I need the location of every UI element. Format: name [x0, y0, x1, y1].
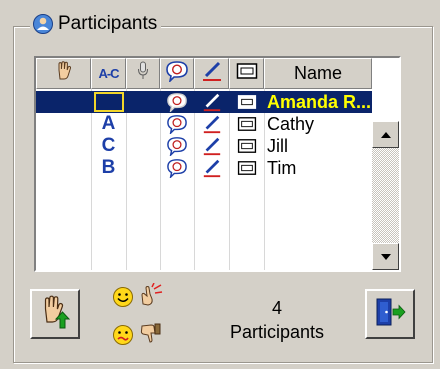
thumbs-down-icon[interactable]: [138, 320, 164, 346]
pen-icon[interactable]: [194, 157, 229, 179]
col-header-raise-hand[interactable]: [36, 58, 91, 89]
smiley-confused-icon[interactable]: [110, 322, 136, 348]
chat-bubble-icon[interactable]: [160, 135, 194, 157]
smiley-happy-icon[interactable]: [110, 284, 136, 310]
video-screen-icon[interactable]: [229, 157, 264, 179]
az-mark-box: [93, 92, 124, 112]
video-screen-icon[interactable]: [229, 135, 264, 157]
participant-row[interactable]: C Jill: [36, 135, 372, 157]
col-header-name-label: Name: [293, 63, 342, 83]
vertical-scrollbar[interactable]: [372, 89, 399, 270]
participant-count-value: 4: [271, 298, 282, 318]
az-mark-cell: A: [91, 113, 126, 135]
az-mark-letter: A: [101, 113, 116, 134]
raise-hand-button[interactable]: [30, 289, 80, 339]
video-screen-icon: [236, 62, 258, 85]
video-screen-icon[interactable]: [229, 113, 264, 135]
video-screen-icon[interactable]: [229, 91, 264, 113]
group-title: Participants: [30, 10, 162, 38]
microphone-icon: [137, 61, 149, 86]
pen-icon[interactable]: [194, 135, 229, 157]
participant-row[interactable]: B Tim: [36, 157, 372, 179]
participant-row[interactable]: A Cathy: [36, 113, 372, 135]
col-header-microphone[interactable]: [126, 58, 160, 89]
chat-bubble-icon[interactable]: [160, 91, 194, 113]
col-header-annotate[interactable]: [194, 58, 229, 89]
participant-name: Tim: [267, 157, 297, 178]
pen-icon[interactable]: [194, 113, 229, 135]
chat-bubble-icon: [165, 60, 189, 87]
az-mark-cell: B: [91, 157, 126, 179]
col-header-chat[interactable]: [160, 58, 194, 89]
participant-name: Amanda R...: [267, 91, 372, 112]
chat-bubble-icon[interactable]: [160, 157, 194, 179]
pen-icon: [201, 60, 223, 87]
az-sort-label: A-C: [98, 66, 119, 81]
scrollbar-track[interactable]: [372, 148, 399, 243]
az-mark-cell: [91, 91, 126, 113]
participants-list[interactable]: A-C Name Amanda R... A Cathy C Jill B Ti…: [34, 56, 401, 272]
participant-name: Jill: [267, 135, 288, 156]
col-header-video[interactable]: [229, 58, 264, 89]
col-header-az-sort[interactable]: A-C: [91, 58, 126, 89]
pen-icon[interactable]: [194, 91, 229, 113]
chat-bubble-icon[interactable]: [160, 113, 194, 135]
scroll-down-button[interactable]: [372, 243, 399, 270]
az-mark-cell: C: [91, 135, 126, 157]
participant-row[interactable]: Amanda R...: [36, 91, 372, 113]
group-title-label: Participants: [58, 13, 158, 34]
arrow-up-icon: [380, 131, 391, 138]
scroll-up-button[interactable]: [372, 121, 399, 148]
leave-meeting-button[interactable]: [365, 289, 415, 339]
raise-hand-icon: [55, 61, 73, 86]
participant-name: Cathy: [267, 113, 315, 134]
col-header-name[interactable]: Name: [264, 58, 372, 89]
participant-count: 4 Participants: [212, 296, 342, 344]
participant-count-label: Participants: [229, 322, 325, 342]
participants-icon: [32, 12, 54, 36]
exit-door-icon: [374, 297, 406, 332]
applause-icon[interactable]: [138, 282, 164, 308]
az-mark-letter: C: [101, 135, 116, 156]
arrow-down-icon: [380, 253, 391, 260]
raise-hand-up-icon: [39, 295, 71, 334]
az-mark-letter: B: [101, 157, 116, 178]
